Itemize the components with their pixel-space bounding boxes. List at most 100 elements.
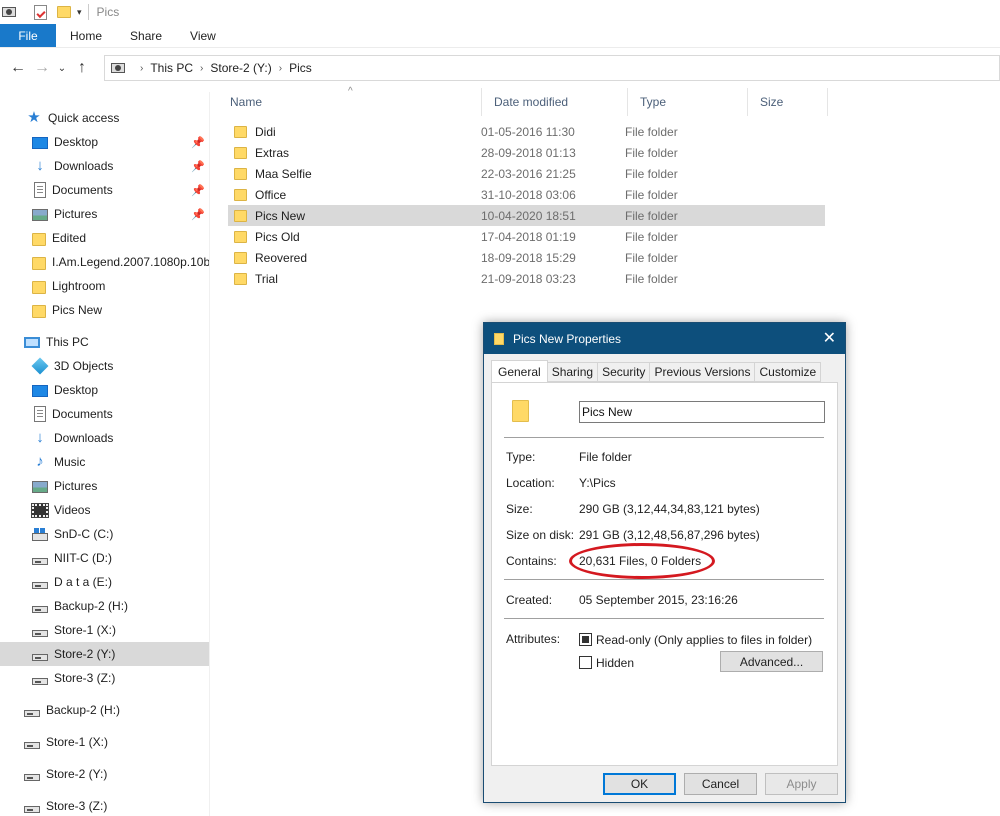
sidebar-item-quick-access[interactable]: ★ Quick access	[0, 106, 209, 130]
tab-file[interactable]: File	[0, 24, 56, 47]
file-name: Pics New	[255, 208, 306, 223]
hidden-checkbox[interactable]	[579, 656, 592, 669]
forward-arrow-icon[interactable]: →	[30, 59, 54, 77]
customize-quick-access-icon[interactable]: ▾	[77, 7, 82, 18]
sidebar-item-lightroom[interactable]: Lightroom	[0, 274, 209, 298]
divider	[87, 4, 89, 20]
pin-icon[interactable]: 📌	[191, 208, 205, 221]
column-header-type[interactable]: Type	[628, 88, 748, 116]
column-header-size[interactable]: Size	[748, 88, 828, 116]
sidebar-item-downloads-pc[interactable]: ↓ Downloads	[0, 426, 209, 450]
tab-customize[interactable]: Customize	[755, 362, 822, 382]
table-row[interactable]: Reovered 18-09-2018 15:29 File folder	[228, 247, 825, 268]
tab-general[interactable]: General	[491, 360, 548, 382]
sidebar-item-desktop-pc[interactable]: Desktop	[0, 378, 209, 402]
table-row[interactable]: Maa Selfie 22-03-2016 21:25 File folder	[228, 163, 825, 184]
navigation-bar: ← → ⌄ ↑ › This PC › Store-2 (Y:) › Pics	[0, 52, 1000, 84]
column-header-label: Type	[640, 95, 667, 109]
sidebar-item-network-drive-x[interactable]: Store-1 (X:)	[0, 730, 209, 754]
sidebar-item-3d-objects[interactable]: 3D Objects	[0, 354, 209, 378]
sidebar-item-desktop[interactable]: Desktop 📌	[0, 130, 209, 154]
sidebar-item-label: D a t a (E:)	[54, 575, 113, 589]
table-row[interactable]: Extras 28-09-2018 01:13 File folder	[228, 142, 825, 163]
table-row[interactable]: Didi 01-05-2016 11:30 File folder	[228, 121, 825, 142]
download-icon: ↓	[36, 157, 44, 174]
breadcrumb-store-2[interactable]: Store-2 (Y:)	[210, 61, 271, 75]
pin-icon[interactable]: 📌	[191, 160, 205, 173]
sidebar-item-label: Downloads	[54, 431, 114, 445]
sidebar-item-network-drive-h[interactable]: Backup-2 (H:)	[0, 698, 209, 722]
drive-icon	[32, 557, 48, 565]
breadcrumb-this-pc[interactable]: This PC	[150, 61, 193, 75]
pin-icon[interactable]: 📌	[191, 184, 205, 197]
tab-share[interactable]: Share	[116, 24, 176, 47]
sidebar-item-drive-z[interactable]: Store-3 (Z:)	[0, 666, 209, 690]
table-row[interactable]: Office 31-10-2018 03:06 File folder	[228, 184, 825, 205]
chevron-right-icon[interactable]: ›	[140, 63, 143, 74]
sidebar-item-label: Backup-2 (H:)	[46, 703, 121, 717]
sidebar-item-drive-y[interactable]: Store-2 (Y:)	[0, 642, 209, 666]
column-header-date-modified[interactable]: Date modified	[482, 88, 628, 116]
chevron-right-icon[interactable]: ›	[279, 63, 282, 74]
sidebar-item-documents[interactable]: Documents 📌	[0, 178, 209, 202]
sidebar-item-videos[interactable]: Videos	[0, 498, 209, 522]
sidebar-item-edited[interactable]: Edited	[0, 226, 209, 250]
readonly-checkbox[interactable]	[579, 633, 592, 646]
sidebar-item-network-drive-y[interactable]: Store-2 (Y:)	[0, 762, 209, 786]
address-bar[interactable]: › This PC › Store-2 (Y:) › Pics	[104, 55, 1000, 81]
sidebar-item-pictures-pc[interactable]: Pictures	[0, 474, 209, 498]
ok-button[interactable]: OK	[603, 773, 676, 795]
size-value: 290 GB (3,12,44,34,83,121 bytes)	[579, 502, 760, 516]
properties-icon[interactable]	[34, 4, 47, 20]
column-header-name[interactable]: Name ^	[218, 86, 482, 116]
table-row[interactable]: Trial 21-09-2018 03:23 File folder	[228, 268, 825, 289]
apply-button[interactable]: Apply	[765, 773, 838, 795]
star-icon: ★	[27, 109, 41, 126]
file-type: File folder	[625, 166, 678, 181]
tab-view[interactable]: View	[176, 24, 230, 47]
sort-ascending-icon: ^	[348, 86, 353, 97]
sidebar-item-downloads[interactable]: ↓ Downloads 📌	[0, 154, 209, 178]
sidebar-item-drive-h[interactable]: Backup-2 (H:)	[0, 594, 209, 618]
advanced-button[interactable]: Advanced...	[720, 651, 823, 672]
sidebar-item-documents-pc[interactable]: Documents	[0, 402, 209, 426]
file-type: File folder	[625, 124, 678, 139]
size-label: Size:	[506, 502, 533, 516]
table-row[interactable]: Pics Old 17-04-2018 01:19 File folder	[228, 226, 825, 247]
pin-icon[interactable]: 📌	[191, 136, 205, 149]
dialog-title-bar[interactable]: Pics New Properties ✕	[484, 323, 845, 354]
chevron-right-icon[interactable]: ›	[200, 63, 203, 74]
breadcrumb-pics[interactable]: Pics	[289, 61, 312, 75]
sidebar-item-label: I.Am.Legend.2007.1080p.10bit	[52, 255, 209, 269]
sidebar-item-music[interactable]: ♪ Music	[0, 450, 209, 474]
sidebar-item-drive-x[interactable]: Store-1 (X:)	[0, 618, 209, 642]
tab-home[interactable]: Home	[56, 24, 116, 47]
up-arrow-icon[interactable]: ↑	[70, 59, 94, 77]
sidebar-item-drive-c[interactable]: SnD-C (C:)	[0, 522, 209, 546]
recent-locations-chevron-icon[interactable]: ⌄	[54, 63, 70, 74]
file-name: Office	[255, 187, 287, 202]
sidebar-item-pics-new[interactable]: Pics New	[0, 298, 209, 322]
close-icon[interactable]: ✕	[823, 328, 836, 348]
sidebar-item-i-am-legend[interactable]: I.Am.Legend.2007.1080p.10bit	[0, 250, 209, 274]
back-arrow-icon[interactable]: ←	[6, 59, 30, 77]
table-row-selected[interactable]: Pics New 10-04-2020 18:51 File folder	[228, 205, 825, 226]
cancel-button[interactable]: Cancel	[684, 773, 757, 795]
sidebar-item-pictures[interactable]: Pictures 📌	[0, 202, 209, 226]
drive-icon	[32, 653, 48, 661]
tab-previous-versions[interactable]: Previous Versions	[650, 362, 756, 382]
file-name: Pics Old	[255, 229, 300, 244]
documents-icon	[34, 182, 46, 198]
sidebar-item-network-drive-z[interactable]: Store-3 (Z:)	[0, 794, 209, 816]
file-type: File folder	[625, 187, 678, 202]
sidebar-item-drive-d[interactable]: NIIT-C (D:)	[0, 546, 209, 570]
new-folder-icon[interactable]	[57, 6, 71, 18]
folder-name-input[interactable]	[579, 401, 825, 423]
type-value: File folder	[579, 450, 632, 464]
sidebar-item-drive-e[interactable]: D a t a (E:)	[0, 570, 209, 594]
created-value: 05 September 2015, 23:16:26	[579, 593, 738, 607]
tab-sharing[interactable]: Sharing	[547, 362, 599, 382]
sidebar-item-this-pc[interactable]: This PC	[0, 330, 209, 354]
file-name: Didi	[255, 124, 276, 139]
tab-security[interactable]: Security	[598, 362, 651, 382]
